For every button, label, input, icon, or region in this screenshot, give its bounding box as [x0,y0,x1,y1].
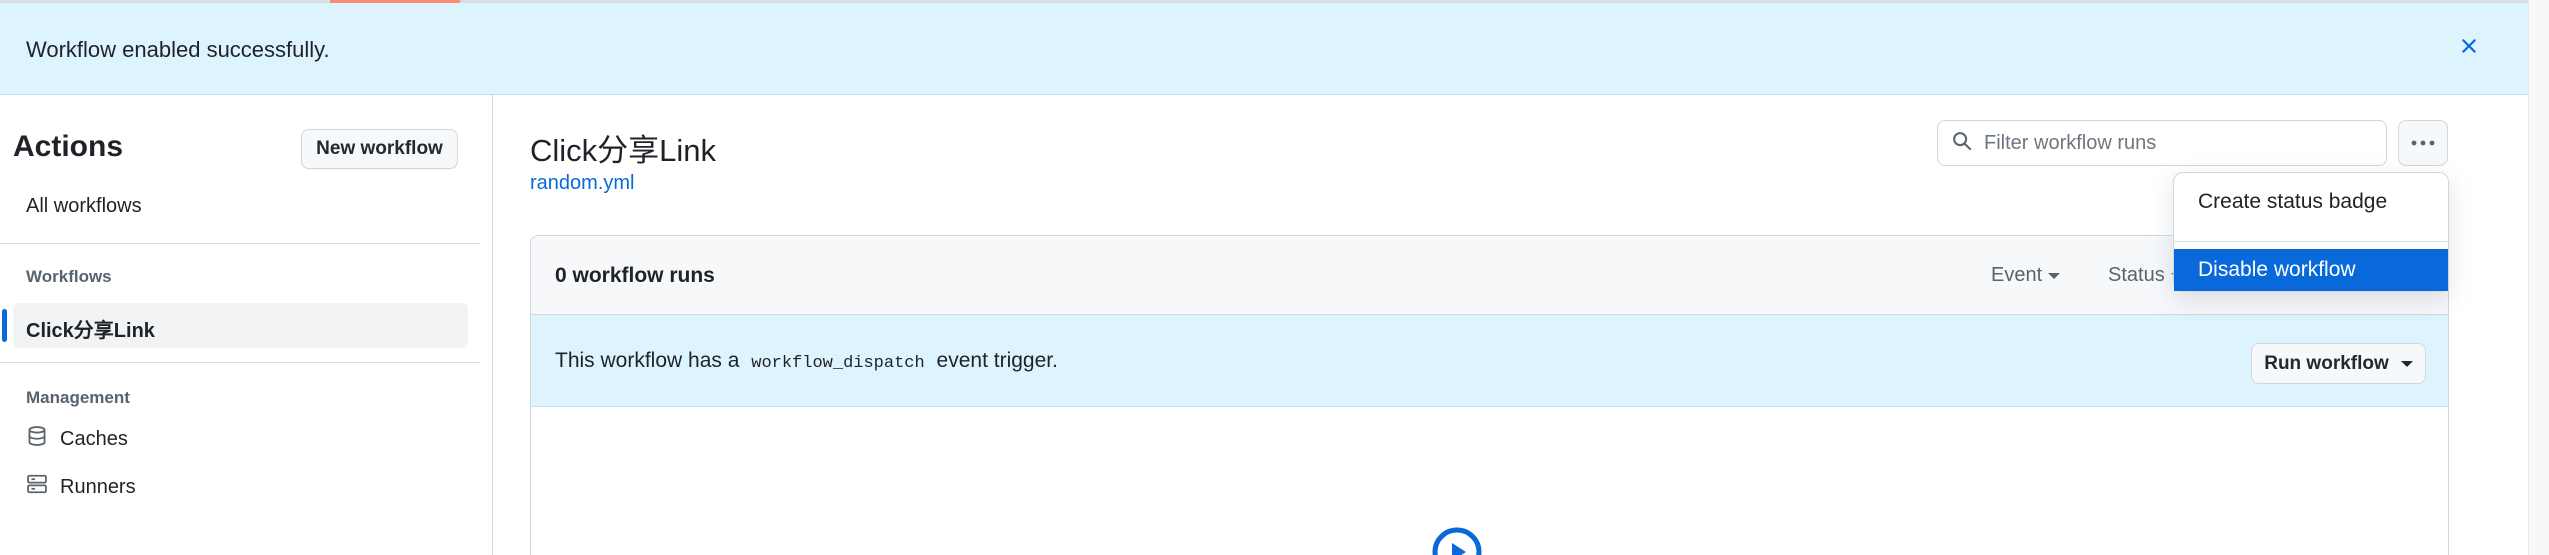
sidebar-item-all-workflows[interactable]: All workflows [26,195,142,218]
sidebar-item-runners[interactable]: Runners [26,473,136,501]
play-icon [1431,526,1483,555]
runs-header: 0 workflow runs Event Status [531,236,2448,315]
menu-item-disable-workflow[interactable]: Disable workflow [2174,249,2448,291]
caret-down-icon [2048,272,2061,279]
workflow-file-link[interactable]: random.yml [530,172,634,195]
filter-runs-search[interactable] [1937,120,2387,166]
menu-divider [2174,241,2448,242]
run-workflow-button[interactable]: Run workflow [2251,343,2426,384]
actions-sidebar: Actions New workflow All workflows Workf… [0,95,493,555]
status-filter-dropdown[interactable]: Status [2108,264,2183,287]
sidebar-divider [0,362,480,363]
dispatch-text-before: This workflow has a [555,349,740,372]
workflow-title: Click分享Link [530,133,717,168]
event-filter-dropdown[interactable]: Event [1991,264,2061,287]
success-flash-banner: Workflow enabled successfully. [0,3,2528,95]
sidebar-item-label: Runners [60,475,136,498]
workflows-heading: Workflows [26,267,112,286]
run-workflow-label: Run workflow [2264,352,2389,374]
sidebar-item-caches[interactable]: Caches [26,425,128,453]
flash-message: Workflow enabled successfully. [26,37,330,62]
dispatch-code: workflow_dispatch [751,354,925,373]
runs-count: 0 workflow runs [555,264,715,287]
search-input[interactable] [1984,131,2364,155]
workflow-options-menu: Create status badge Disable workflow [2173,172,2449,292]
server-icon [26,473,48,501]
close-icon[interactable] [2454,31,2484,61]
sidebar-item-label: Caches [60,427,128,450]
workflow-runs-box: 0 workflow runs Event Status This workfl… [530,235,2449,555]
page: Workflow enabled successfully. Actions N… [0,0,2528,555]
menu-item-create-status-badge[interactable]: Create status badge [2174,173,2448,231]
dispatch-text-after: event trigger. [936,349,1058,372]
status-filter-label: Status [2108,264,2165,286]
caret-down-icon [2400,360,2413,367]
sidebar-item-active-workflow-label[interactable]: Click分享Link [26,314,155,343]
dispatch-notice: This workflow has a workflow_dispatch ev… [531,315,2448,407]
management-heading: Management [26,388,130,407]
new-workflow-button[interactable]: New workflow [301,129,458,169]
active-indicator [2,309,7,342]
vertical-scrollbar[interactable] [2528,0,2549,555]
kebab-horizontal-icon [2410,134,2436,152]
search-icon [1952,131,1972,156]
sidebar-divider [0,243,480,244]
dispatch-text: This workflow has a workflow_dispatch ev… [555,349,1058,373]
sidebar-title: Actions [13,130,124,163]
event-filter-label: Event [1991,264,2043,286]
more-options-button[interactable] [2398,120,2448,166]
database-icon [26,425,48,453]
